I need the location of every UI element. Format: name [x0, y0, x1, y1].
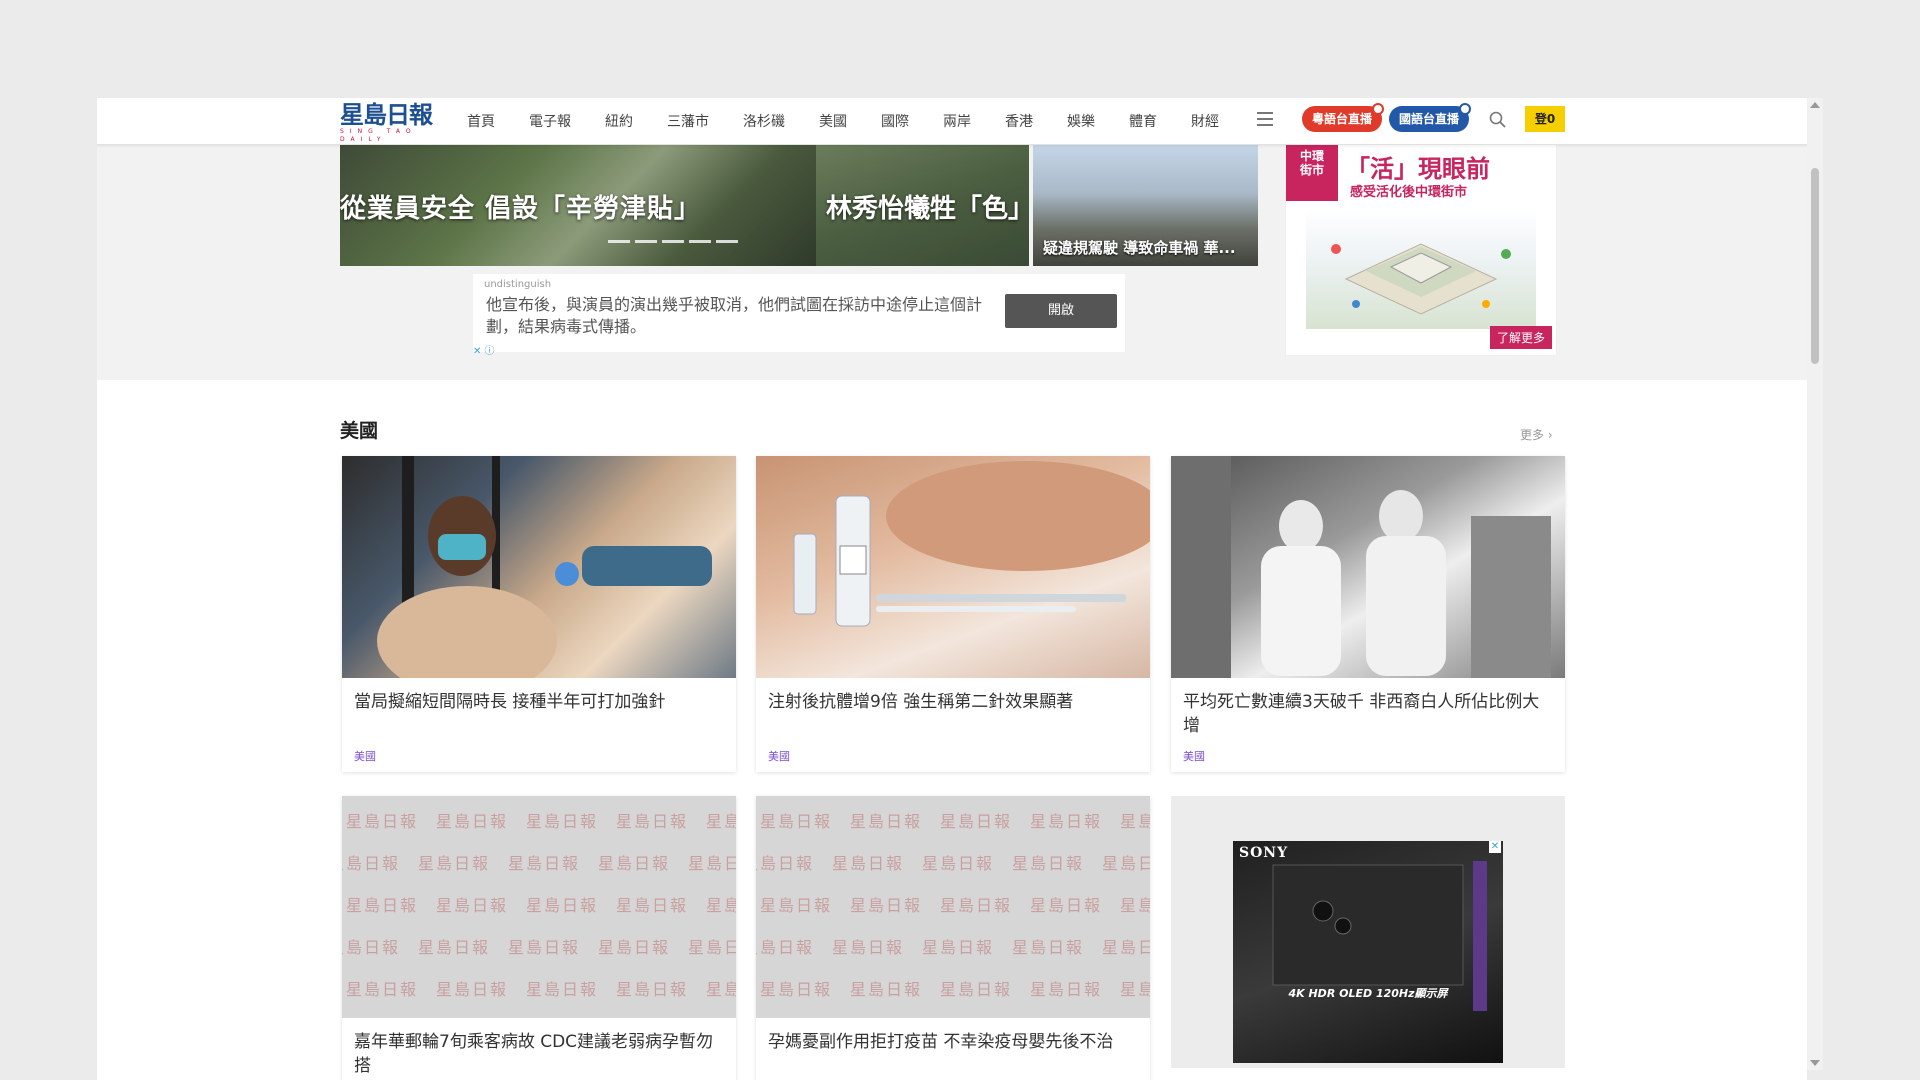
news-card-title[interactable]: 注射後抗體增9倍 強生稱第二針效果顯著: [756, 678, 1150, 714]
browser-window: 星島日報 SING TAO DAILY 首頁 電子報 紐約 三藩市 洛杉磯 美國…: [97, 98, 1807, 1080]
news-card-image[interactable]: [756, 456, 1150, 678]
placeholder-logo-row: 星島日報 星島日報 星島日報 星島日報 星島日報: [760, 980, 1150, 999]
hero-slide-next[interactable]: 林秀怡犧牲「色」: [816, 144, 1029, 266]
news-card-image[interactable]: [342, 456, 736, 678]
hero-thumbnail[interactable]: 疑違規駕駛 導致命車禍 華...: [1033, 144, 1258, 266]
placeholder-logo-row: 星島日報 星島日報 星島日報 星島日報 星島日報: [760, 812, 1150, 831]
news-card[interactable]: 星島日報 星島日報 星島日報 星島日報 星島日報 星島日報 星島日報 星島日報 …: [342, 796, 736, 1080]
side-ad-cta-button[interactable]: 了解更多: [1489, 326, 1552, 349]
news-card-placeholder-image[interactable]: 星島日報 星島日報 星島日報 星島日報 星島日報 星島日報 星島日報 星島日報 …: [756, 796, 1150, 1018]
more-link[interactable]: 更多 ›: [1520, 426, 1553, 443]
news-card-tag[interactable]: 美國: [354, 748, 376, 764]
hamburger-menu-icon[interactable]: [1257, 112, 1273, 128]
site-header: 星島日報 SING TAO DAILY 首頁 電子報 紐約 三藩市 洛杉磯 美國…: [97, 98, 1807, 145]
news-card-title[interactable]: 平均死亡數連續3天破千 非西裔白人所佔比例大增: [1171, 678, 1565, 738]
news-card-tag[interactable]: 美國: [1183, 748, 1205, 764]
side-ad-title: 「活」現眼前: [1346, 155, 1490, 183]
hero-thumbnail-title: 疑違規駕駛 導致命車禍 華...: [1043, 239, 1236, 257]
side-banner-ad[interactable]: 中環 街市 「活」現眼前 感受活化後中環街市 了解更多: [1285, 144, 1557, 356]
cantonese-live-button[interactable]: 粵語台直播: [1302, 103, 1385, 132]
placeholder-logo-row: 星島日報 星島日報 星島日報 星島日報 星島日報: [756, 854, 1150, 873]
side-ad-subtitle: 感受活化後中環街市: [1350, 185, 1468, 200]
nav-item-sanfrancisco[interactable]: 三藩市: [667, 111, 709, 131]
placeholder-logo-row: 星島日報 星島日報 星島日報 星島日報 星島日報: [346, 896, 736, 915]
mandarin-live-label: 國語台直播: [1399, 112, 1460, 126]
slide-indicators[interactable]: [608, 240, 743, 243]
nav-item-sports[interactable]: 體育: [1129, 111, 1157, 131]
news-card-image[interactable]: [1171, 456, 1565, 678]
ad-open-button[interactable]: 開啟: [1005, 294, 1117, 328]
logo-subtitle: SING TAO DAILY: [340, 128, 417, 143]
placeholder-logo-row: 星島日報 星島日報 星島日報 星島日報 星島日報: [760, 896, 1150, 915]
news-card[interactable]: 注射後抗體增9倍 強生稱第二針效果顯著 美國: [756, 456, 1150, 772]
login-button[interactable]: 登0: [1525, 106, 1565, 132]
vertical-scrollbar[interactable]: [1807, 98, 1823, 1070]
nav-item-usa[interactable]: 美國: [819, 111, 847, 131]
main-nav: 首頁 電子報 紐約 三藩市 洛杉磯 美國 國際 兩岸 香港 娛樂 體育 財經: [467, 98, 1253, 144]
site-logo[interactable]: 星島日報 SING TAO DAILY: [340, 100, 448, 144]
sony-ad[interactable]: SONY ✕ 4K HDR OLED 120Hz顯示屏: [1233, 841, 1503, 1063]
scroll-up-arrow-icon[interactable]: [1810, 102, 1820, 108]
news-card-title[interactable]: 孕媽憂副作用拒打疫苗 不幸染疫母嬰先後不治: [756, 1018, 1150, 1054]
news-card[interactable]: 當局擬縮短間隔時長 接種半年可打加強針 美國: [342, 456, 736, 772]
news-card-tag[interactable]: 美國: [768, 748, 790, 764]
ad-choices-icon[interactable]: ✕ ⓘ: [473, 342, 495, 357]
placeholder-logo-row: 星島日報 星島日報 星島日報 星島日報 星島日報: [756, 938, 1150, 957]
live-dot-icon: [1459, 103, 1472, 115]
hero-slide-next-title: 林秀怡犧牲「色」: [826, 194, 1029, 224]
nav-item-hongkong[interactable]: 香港: [1005, 111, 1033, 131]
text-ad[interactable]: undistinguish 他宣布後，與演員的演出幾乎被取消，他們試圖在採訪中途…: [473, 274, 1125, 352]
cantonese-live-label: 粵語台直播: [1312, 112, 1373, 126]
section-title: 美國: [340, 420, 379, 442]
side-ad-illustration: [1306, 209, 1536, 329]
hero-band: 從業員安全 倡設「辛勞津貼」 林秀怡犧牲「色」 疑違規駕駛 導致命車禍 華...…: [97, 144, 1807, 380]
sony-ad-caption: 4K HDR OLED 120Hz顯示屏: [1288, 987, 1448, 1000]
sony-ad-slot: SONY ✕ 4K HDR OLED 120Hz顯示屏: [1171, 796, 1565, 1068]
news-card-title[interactable]: 當局擬縮短間隔時長 接種半年可打加強針: [342, 678, 736, 714]
placeholder-logo-row: 星島日報 星島日報 星島日報 星島日報 星島日報: [342, 938, 736, 957]
scroll-down-arrow-icon[interactable]: [1810, 1060, 1820, 1066]
ad-copy: 他宣布後，與演員的演出幾乎被取消，他們試圖在採訪中途停止這個計劃，結果病毒式傳播…: [486, 295, 983, 336]
hero-slide[interactable]: 從業員安全 倡設「辛勞津貼」: [340, 144, 816, 266]
news-card-title[interactable]: 嘉年華郵輪7旬乘客病故 CDC建議老弱病孕暫勿搭: [342, 1018, 736, 1078]
nav-item-finance[interactable]: 財經: [1191, 111, 1219, 131]
nav-item-international[interactable]: 國際: [881, 111, 909, 131]
nav-item-newyork[interactable]: 紐約: [605, 111, 633, 131]
logo-text: 星島日報: [340, 100, 433, 129]
nav-item-crossstrait[interactable]: 兩岸: [943, 111, 971, 131]
ad-source: undistinguish: [484, 279, 552, 290]
placeholder-logo-row: 星島日報 星島日報 星島日報 星島日報 星島日報: [346, 980, 736, 999]
news-card[interactable]: 星島日報 星島日報 星島日報 星島日報 星島日報 星島日報 星島日報 星島日報 …: [756, 796, 1150, 1080]
hero-slide-title: 從業員安全 倡設「辛勞津貼」: [340, 194, 702, 224]
mandarin-live-button[interactable]: 國語台直播: [1389, 103, 1472, 132]
nav-item-losangeles[interactable]: 洛杉磯: [743, 111, 785, 131]
news-card[interactable]: 平均死亡數連續3天破千 非西裔白人所佔比例大增 美國: [1171, 456, 1565, 772]
placeholder-logo-row: 星島日報 星島日報 星島日報 星島日報 星島日報: [346, 812, 736, 831]
side-ad-logo: 中環 街市: [1286, 145, 1338, 201]
news-card-placeholder-image[interactable]: 星島日報 星島日報 星島日報 星島日報 星島日報 星島日報 星島日報 星島日報 …: [342, 796, 736, 1018]
search-icon[interactable]: [1488, 110, 1508, 130]
nav-item-home[interactable]: 首頁: [467, 111, 495, 131]
nav-item-entertainment[interactable]: 娛樂: [1067, 111, 1095, 131]
scrollbar-thumb[interactable]: [1811, 168, 1819, 364]
placeholder-logo-row: 星島日報 星島日報 星島日報 星島日報 星島日報: [342, 854, 736, 873]
nav-item-epaper[interactable]: 電子報: [529, 111, 571, 131]
live-dot-icon: [1372, 103, 1385, 115]
